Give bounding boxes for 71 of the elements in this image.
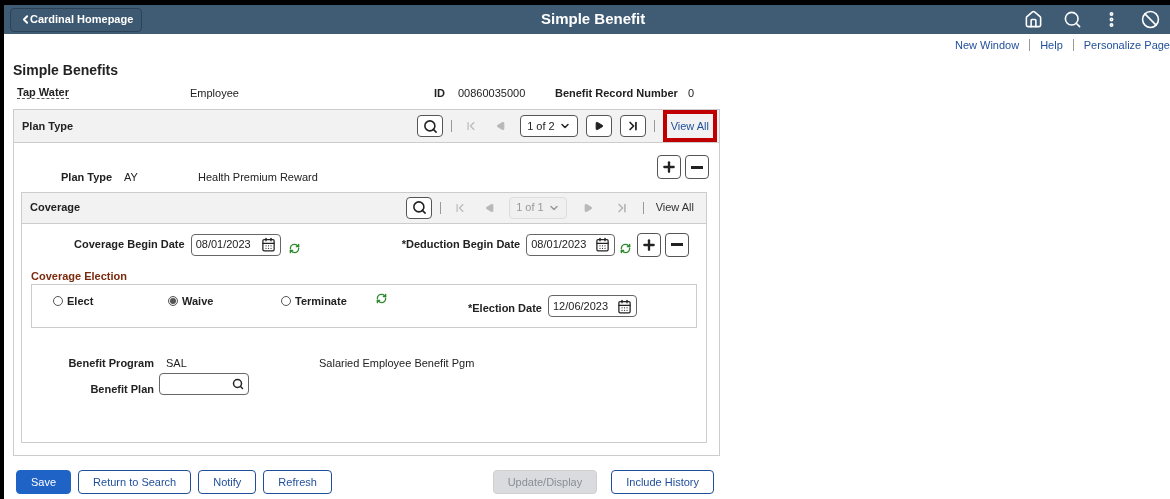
add-row-button[interactable] — [637, 232, 662, 257]
field-label: Benefit Program — [68, 356, 154, 371]
date-field[interactable]: 08/01/2023 — [526, 233, 616, 256]
page-title: Simple Benefits — [13, 61, 120, 79]
window-title: Simple Benefit — [541, 9, 646, 30]
radio-button[interactable] — [53, 296, 63, 307]
field-label: *Deduction Begin Date — [401, 237, 521, 253]
action-button[interactable]: Notify — [198, 470, 257, 494]
id-value: 00860035000 — [457, 85, 527, 101]
search-button[interactable] — [417, 115, 444, 137]
right-triangle-icon — [593, 121, 604, 131]
calendar-icon[interactable] — [616, 298, 632, 314]
radio-button[interactable] — [168, 296, 178, 307]
calendar-icon[interactable] — [595, 237, 611, 252]
section-title: Coverage Election — [31, 268, 128, 284]
search-icon — [411, 200, 427, 215]
field-label: Plan Type — [61, 170, 114, 185]
radio-label: Waive — [182, 294, 214, 309]
minus-icon — [691, 165, 703, 169]
search-button[interactable] — [406, 196, 433, 219]
action-button[interactable]: Save — [16, 470, 72, 494]
field-label: *Election Date — [468, 301, 542, 316]
circle-slash-icon[interactable] — [1141, 10, 1160, 29]
plan-code: AY — [124, 170, 139, 185]
calendar-icon[interactable] — [260, 237, 276, 252]
plus-icon — [661, 159, 677, 175]
refresh-icon[interactable] — [288, 243, 300, 254]
left-triangle-icon — [496, 121, 507, 131]
next-button[interactable] — [585, 115, 612, 137]
plus-icon — [641, 236, 658, 253]
delete-row-button[interactable] — [665, 232, 690, 257]
view-all-link[interactable]: View All — [651, 195, 698, 220]
search-icon[interactable] — [232, 377, 244, 390]
top-link[interactable]: Help — [1036, 38, 1067, 52]
record-value: 0 — [687, 85, 695, 101]
employee-name[interactable]: Tap Water — [17, 87, 69, 99]
program-code: SAL — [166, 356, 188, 371]
radio-button[interactable] — [281, 296, 291, 307]
search-icon[interactable] — [1063, 10, 1082, 29]
program-description: Salaried Employee Benefit Pgm — [319, 356, 475, 371]
left-triangle-icon — [485, 202, 496, 213]
date-field[interactable]: 12/06/2023 — [547, 295, 637, 317]
id-label: ID — [433, 85, 446, 101]
field-label: Coverage Begin Date — [74, 237, 185, 253]
action-button[interactable]: Include History — [611, 470, 714, 494]
field-label: Benefit Plan — [90, 381, 154, 397]
add-row-button[interactable] — [657, 155, 681, 179]
top-link[interactable]: New Window — [950, 38, 1024, 52]
panel-title: Coverage — [30, 200, 81, 216]
benefit-plan-field[interactable] — [159, 372, 249, 395]
view-all-link[interactable]: View All — [662, 109, 717, 143]
radio-label: Terminate — [295, 294, 347, 309]
refresh-icon[interactable] — [620, 243, 632, 254]
record-label: Benefit Record Number — [554, 85, 679, 101]
back-button[interactable]: Cardinal Homepage — [10, 7, 143, 32]
date-field[interactable]: 08/01/2023 — [190, 233, 281, 256]
employee-role: Employee — [189, 85, 240, 101]
home-icon[interactable] — [1024, 10, 1043, 29]
delete-row-button[interactable] — [685, 155, 709, 179]
action-button[interactable]: Refresh — [263, 470, 332, 494]
minus-icon — [671, 243, 684, 246]
top-link[interactable]: Personalize Page — [1079, 38, 1170, 52]
radio-label: Elect — [67, 294, 94, 309]
search-icon — [422, 118, 438, 134]
last-page-button[interactable] — [619, 115, 646, 137]
page-select[interactable]: 1 of 2 — [520, 115, 578, 137]
plan-description: Health Premium Reward — [198, 170, 318, 185]
action-button[interactable]: Return to Search — [78, 470, 192, 494]
right-triangle-icon — [582, 202, 593, 213]
refresh-icon[interactable] — [376, 293, 387, 304]
panel-title: Plan Type — [22, 118, 74, 134]
